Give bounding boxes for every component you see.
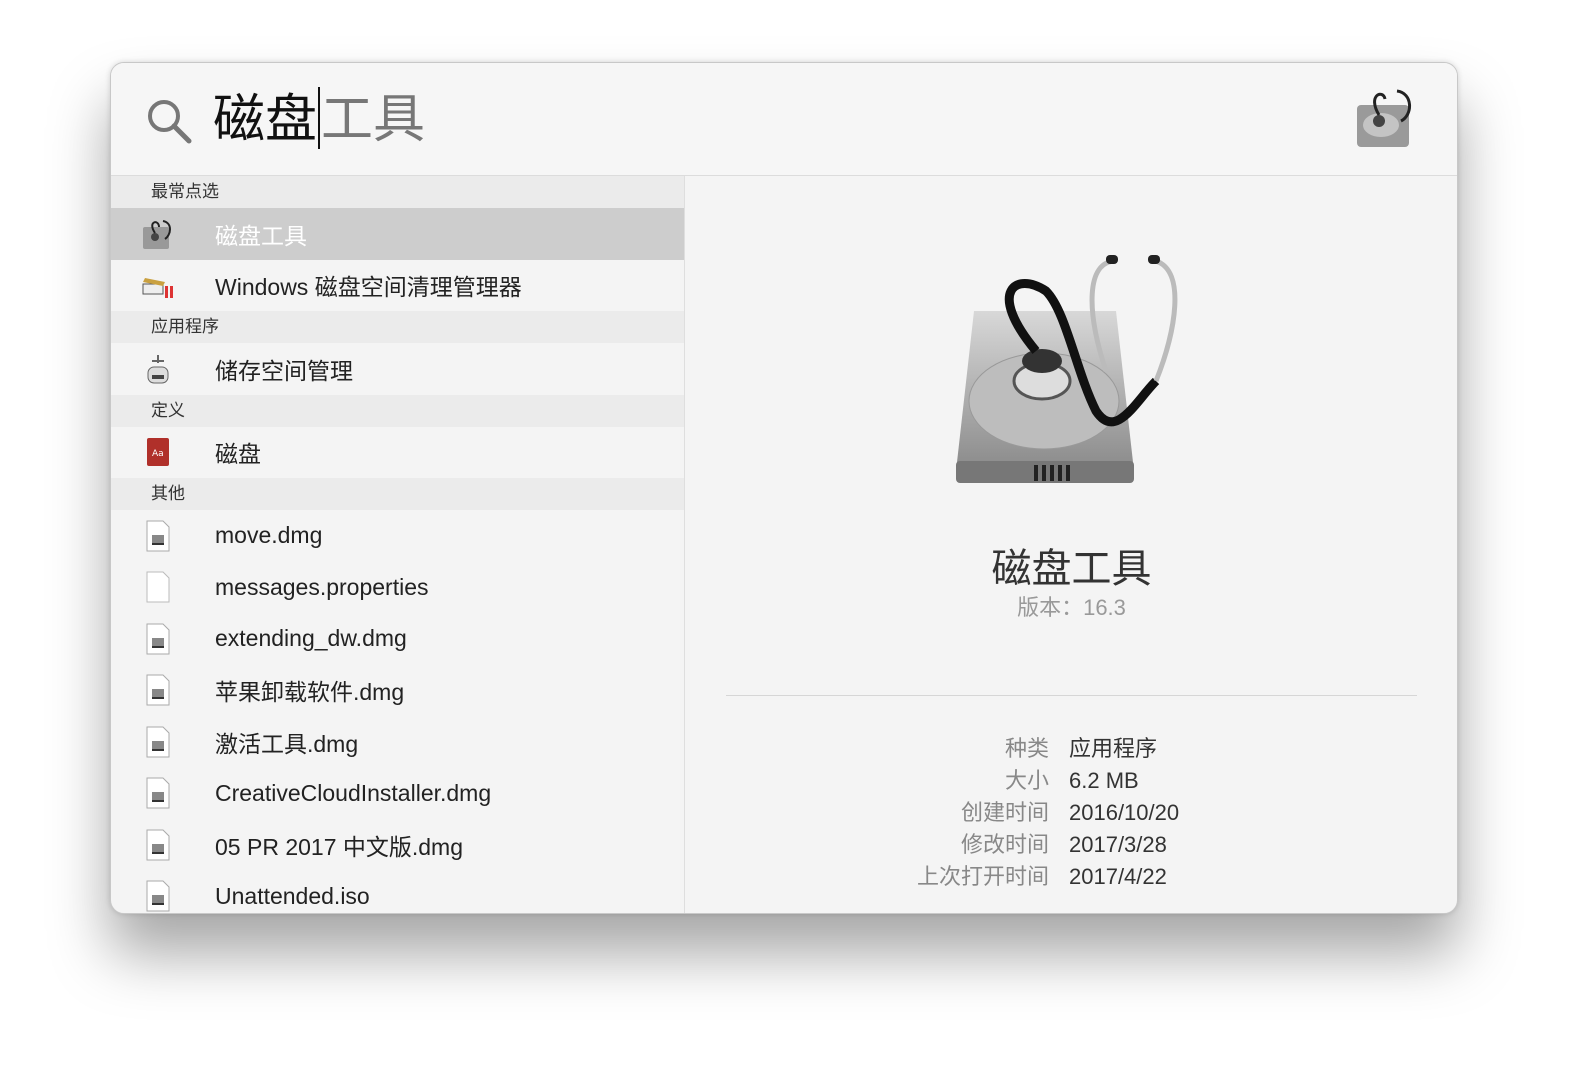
dmg-file-icon [111, 726, 215, 758]
autocomplete-text: 工具 [321, 91, 426, 149]
result-label: 激活工具.dmg [215, 730, 359, 757]
result-label: 苹果卸载软件.dmg [215, 679, 405, 706]
dmg-file-icon [111, 829, 215, 861]
section-header: 定义 [111, 394, 684, 427]
result-item[interactable]: Aa 磁盘 [111, 427, 684, 479]
result-label: Windows 磁盘空间清理管理器 [215, 274, 522, 301]
disk-utility-icon [111, 217, 215, 251]
result-label: 05 PR 2017 中文版.dmg [215, 833, 464, 860]
search-input[interactable]: 磁盘工具 [213, 85, 425, 155]
storage-management-icon [111, 353, 215, 385]
dmg-file-icon [111, 623, 215, 655]
typed-text: 磁盘 [213, 91, 318, 149]
cleaner-app-icon [111, 270, 215, 300]
result-item[interactable]: CreativeCloudInstaller.dmg [111, 768, 684, 820]
result-label: 储存空间管理 [215, 357, 353, 384]
result-label: move.dmg [215, 522, 323, 549]
section-header: 其他 [111, 478, 684, 510]
result-label: messages.properties [215, 573, 429, 600]
result-item[interactable]: 储存空间管理 [111, 343, 684, 395]
result-item[interactable]: messages.properties [111, 562, 684, 614]
meta-label: 创建时间 [960, 800, 1049, 825]
spotlight-window: 磁盘工具 最常点选 磁盘工具 Windows 磁盘空间清理管理器 应用程序 储存空间管理… [110, 62, 1458, 914]
preview-version: 版本：16.3 [1017, 595, 1126, 620]
meta-row: 大小 6.2 MB [686, 765, 1457, 797]
divider [726, 695, 1417, 696]
meta-label: 种类 [1004, 736, 1049, 761]
result-label: Unattended.iso [215, 882, 370, 909]
result-label: 磁盘工具 [215, 222, 307, 249]
blank-file-icon [111, 571, 215, 603]
preview-title: 磁盘工具 [991, 547, 1152, 591]
result-label: extending_dw.dmg [215, 625, 407, 652]
results-list: 最常点选磁盘工具 Windows 磁盘空间清理管理器应用程序储存空间管理定义 Aa 磁… [111, 176, 685, 913]
dmg-file-icon [111, 880, 215, 912]
section-header: 应用程序 [111, 311, 684, 343]
meta-row: 种类 应用程序 [686, 733, 1457, 765]
search-bar[interactable]: 磁盘工具 [111, 63, 1457, 176]
meta-label: 大小 [1004, 768, 1049, 793]
meta-row: 创建时间 2016/10/20 [686, 797, 1457, 829]
result-item[interactable]: 激活工具.dmg [111, 716, 684, 768]
meta-value: 6.2 MB [1069, 768, 1139, 793]
dmg-file-icon [111, 674, 215, 706]
metadata-table: 种类 应用程序 大小 6.2 MB 创建时间 2016/10/20 修改时间 2017/… [686, 733, 1457, 893]
meta-row: 上次打开时间 2017/4/22 [686, 861, 1457, 893]
result-item[interactable]: 磁盘工具 [111, 208, 684, 260]
result-label: 磁盘 [215, 441, 261, 468]
dictionary-icon: Aa [111, 436, 215, 468]
dmg-file-icon [111, 777, 215, 809]
result-item[interactable]: extending_dw.dmg [111, 613, 684, 665]
dmg-file-icon [111, 520, 215, 552]
result-item[interactable]: move.dmg [111, 510, 684, 562]
text-caret [318, 87, 321, 149]
meta-label: 上次打开时间 [916, 864, 1049, 889]
result-label: CreativeCloudInstaller.dmg [215, 779, 492, 806]
meta-value: 应用程序 [1069, 736, 1158, 761]
magnifier-icon [145, 97, 193, 150]
disk-utility-icon [1353, 85, 1419, 156]
meta-value: 2016/10/20 [1069, 800, 1180, 825]
svg-text:Aa: Aa [152, 449, 164, 459]
preview-pane: 磁盘工具 版本：16.3 种类 应用程序 大小 6.2 MB 创建时间 2016/10… [686, 176, 1457, 913]
result-item[interactable]: Windows 磁盘空间清理管理器 [111, 260, 684, 312]
result-item[interactable]: 05 PR 2017 中文版.dmg [111, 819, 684, 871]
meta-row: 修改时间 2017/3/28 [686, 829, 1457, 861]
meta-label: 修改时间 [960, 832, 1049, 857]
result-item[interactable]: 苹果卸载软件.dmg [111, 665, 684, 717]
meta-value: 2017/4/22 [1069, 864, 1167, 889]
meta-value: 2017/3/28 [1069, 832, 1167, 857]
result-item[interactable]: Unattended.iso [111, 871, 684, 914]
disk-utility-large-icon [946, 251, 1206, 506]
section-header: 最常点选 [111, 176, 684, 208]
